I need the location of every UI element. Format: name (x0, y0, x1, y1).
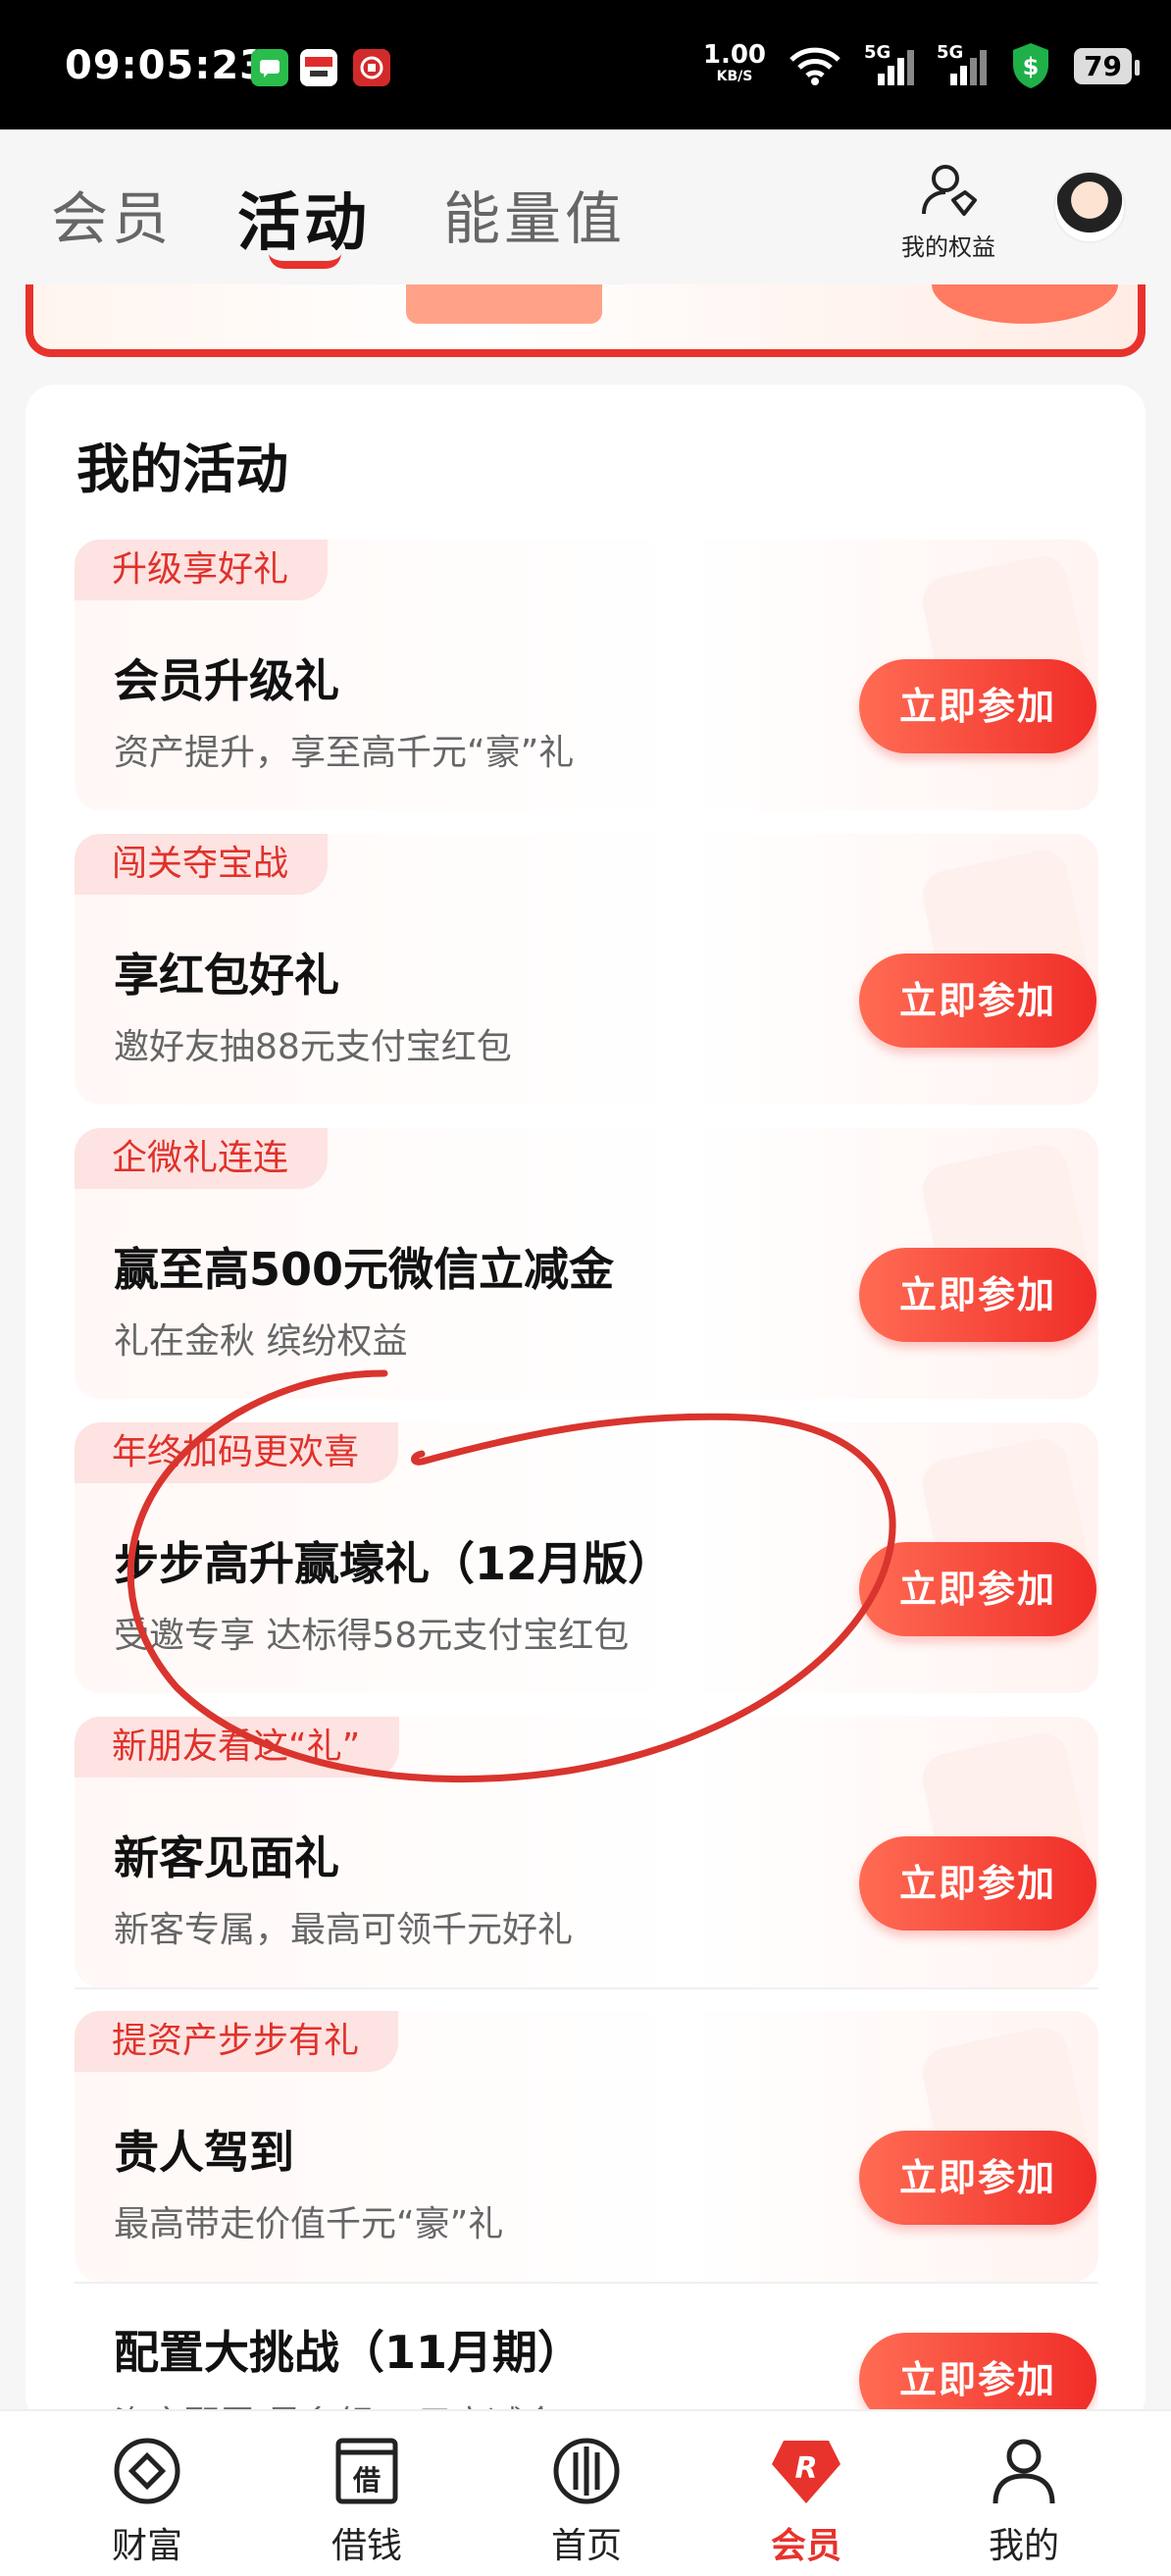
activity-tag: 提资产步步有礼 (75, 2011, 399, 2072)
activity-tag: 闯关夺宝战 (75, 834, 329, 895)
wealth-icon (114, 2438, 180, 2504)
rights-user-icon (922, 165, 977, 216)
tab-activity[interactable]: 活动 (237, 173, 371, 263)
signal-icon: 5G (937, 42, 988, 85)
svg-text:$: $ (1023, 53, 1040, 80)
join-now-button[interactable]: 立即参加 (859, 1836, 1096, 1931)
bank-app-icon (300, 49, 337, 86)
profile-icon (993, 2439, 1055, 2504)
nav-item-borrow[interactable]: 借 借钱 (288, 2435, 445, 2568)
activity-card[interactable]: 年终加码更欢喜 步步高升赢壕礼（12月版） 受邀专享 达标得58元支付宝红包 立… (75, 1422, 1098, 1693)
activity-subtitle: 新客专属，最高可领千元好礼 (114, 1910, 574, 1950)
home-icon (553, 2438, 620, 2504)
borrow-icon: 借 (335, 2438, 398, 2504)
activity-card[interactable]: 新朋友看这“礼” 新客见面礼 新客专属，最高可领千元好礼 立即参加 (75, 1717, 1098, 1987)
nav-label: 财富 (111, 2526, 182, 2566)
activity-card[interactable]: 升级享好礼 会员升级礼 资产提升，享至高千元“豪”礼 立即参加 (75, 540, 1098, 810)
bottom-navigation: 财富 借 借钱 首页 R 会员 我的 (0, 2409, 1171, 2576)
activity-subtitle: 礼在金秋 缤纷权益 (114, 1321, 408, 1362)
activity-subtitle: 资产提升，享至高千元“豪”礼 (114, 733, 575, 773)
activity-subtitle: 最高带走价值千元“豪”礼 (114, 2204, 504, 2244)
nav-item-home[interactable]: 首页 (508, 2435, 665, 2568)
activity-title: 享红包好礼 (114, 949, 339, 1002)
activity-tag: 新朋友看这“礼” (75, 1717, 400, 1777)
activity-tag: 升级享好礼 (75, 540, 329, 600)
security-shield-icon: $ (1013, 43, 1049, 88)
nav-label: 我的 (988, 2526, 1059, 2566)
tab-energy[interactable]: 能量值 (443, 173, 626, 255)
activity-card[interactable]: 提资产步步有礼 贵人驾到 最高带走价值千元“豪”礼 立即参加 (75, 2011, 1098, 2282)
activity-card[interactable]: 企微礼连连 赢至高500元微信立减金 礼在金秋 缤纷权益 立即参加 (75, 1128, 1098, 1399)
status-bar: 09:05:23 1.00 KB/S 5G 5G $ 79 (0, 0, 1171, 129)
activity-card[interactable]: 闯关夺宝战 享红包好礼 邀好友抽88元支付宝红包 立即参加 (75, 834, 1098, 1105)
banner-decoration (406, 284, 602, 324)
nav-item-profile[interactable]: 我的 (945, 2435, 1102, 2568)
my-rights-button[interactable]: 我的权益 (894, 161, 1002, 262)
top-tab-bar: 会员 活动 能量值 我的权益 (0, 129, 1171, 294)
signal-icon: 5G (864, 42, 915, 85)
svg-text:借: 借 (352, 2464, 381, 2497)
activity-title: 贵人驾到 (114, 2126, 294, 2179)
message-app-icon (251, 49, 288, 86)
banner-decoration (932, 284, 1118, 324)
activity-title: 会员升级礼 (114, 654, 339, 707)
activity-title: 步步高升赢壕礼（12月版） (114, 1537, 674, 1590)
activity-title: 新客见面礼 (114, 1831, 339, 1884)
nav-label: 首页 (550, 2526, 622, 2566)
my-rights-label: 我的权益 (901, 233, 995, 261)
status-indicators: 1.00 KB/S 5G 5G $ 79 (702, 40, 1140, 90)
nav-label: 借钱 (331, 2526, 402, 2566)
join-now-button[interactable]: 立即参加 (859, 953, 1096, 1048)
avatar[interactable] (1053, 171, 1126, 243)
join-now-button[interactable]: 立即参加 (859, 1248, 1096, 1342)
join-now-button[interactable]: 立即参加 (859, 2131, 1096, 2225)
activity-tag: 企微礼连连 (75, 1128, 329, 1189)
section-title: 我的活动 (76, 438, 288, 500)
my-activities-panel: 我的活动 升级享好礼 会员升级礼 资产提升，享至高千元“豪”礼 立即参加 闯关夺… (25, 385, 1146, 2556)
active-tab-indicator (269, 253, 341, 269)
battery-indicator: 79 (1074, 47, 1140, 84)
promo-banner[interactable] (25, 284, 1146, 357)
network-speed: 1.00 KB/S (702, 40, 767, 84)
activity-title: 赢至高500元微信立减金 (114, 1243, 615, 1296)
status-time: 09:05:23 (65, 43, 268, 88)
nav-item-wealth[interactable]: 财富 (69, 2435, 226, 2568)
nav-item-member[interactable]: R 会员 (728, 2435, 885, 2568)
activity-subtitle: 邀好友抽88元支付宝红包 (114, 1027, 512, 1067)
activity-tag: 年终加码更欢喜 (75, 1422, 399, 1483)
svg-text:R: R (794, 2451, 817, 2486)
divider (75, 2282, 1098, 2284)
member-icon: R (772, 2441, 840, 2503)
join-now-button[interactable]: 立即参加 (859, 1542, 1096, 1636)
tab-member[interactable]: 会员 (51, 173, 173, 255)
activity-title: 配置大挑战（11月期） (114, 2326, 584, 2379)
activity-subtitle: 受邀专享 达标得58元支付宝红包 (114, 1616, 630, 1656)
divider (75, 1987, 1098, 1989)
nav-label: 会员 (770, 2526, 841, 2566)
join-now-button[interactable]: 立即参加 (859, 659, 1096, 753)
wifi-icon (789, 47, 840, 85)
unionpay-app-icon (353, 49, 390, 86)
